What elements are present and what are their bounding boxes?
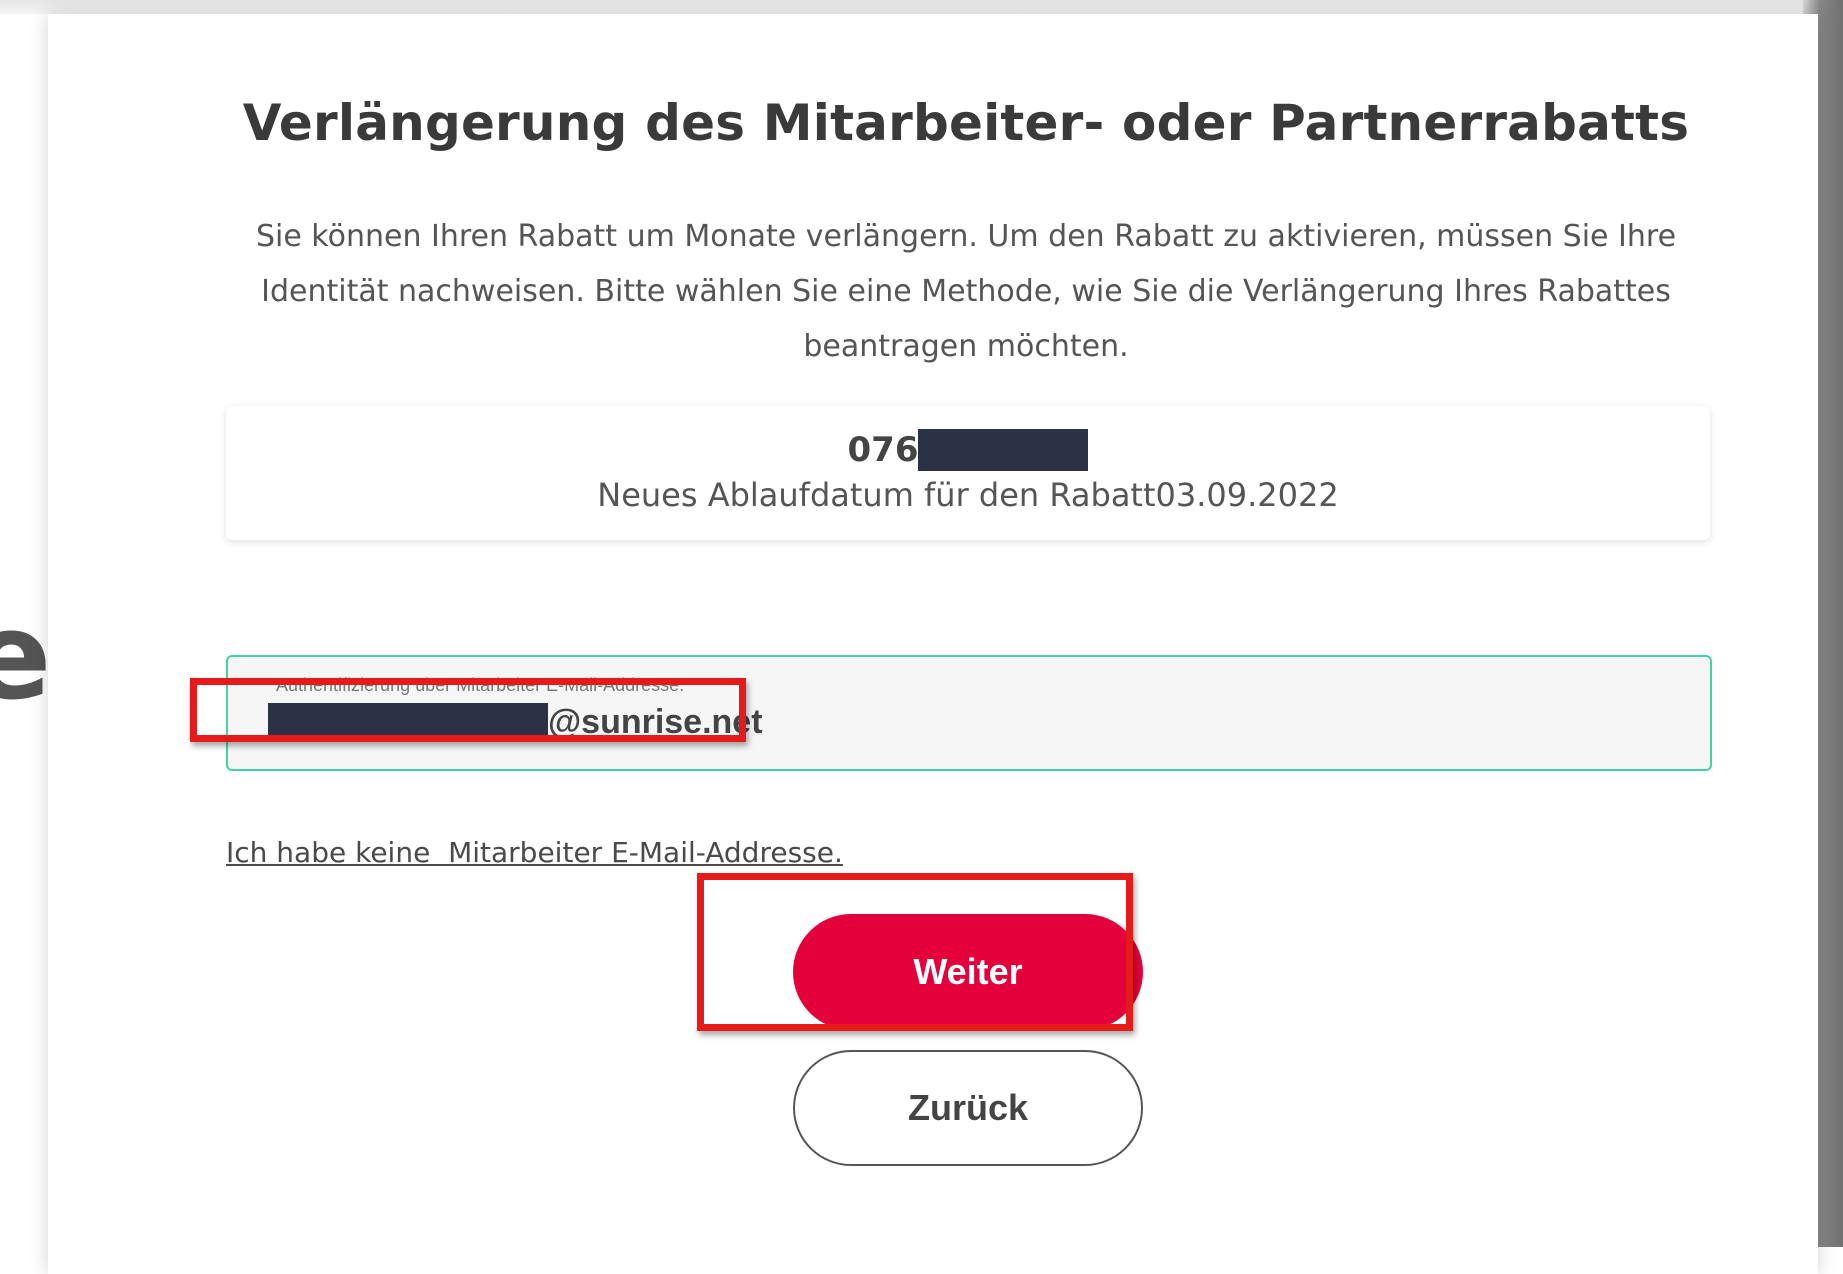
back-button[interactable]: Zurück [793,1050,1143,1166]
page-backdrop-top [0,0,1843,14]
next-button-highlight-box [697,873,1133,1031]
no-employee-email-link[interactable]: Ich habe keine Mitarbeiter E-Mail-Addres… [226,836,843,869]
cropped-letter: e [0,588,52,727]
subscription-info-box: 076 Neues Ablaufdatum für den Rabatt03.0… [226,406,1710,540]
email-highlight-box [190,678,746,742]
expiry-date-text: Neues Ablaufdatum für den Rabatt03.09.20… [597,476,1339,514]
page-title: Verlängerung des Mitarbeiter- oder Partn… [242,94,1690,152]
extension-card: Verlängerung des Mitarbeiter- oder Partn… [48,14,1818,1274]
phone-number-prefix: 076 [847,429,919,470]
phone-number: 076 [226,428,1710,471]
intro-text: Sie können Ihren Rabatt um Monate verlän… [255,219,1677,364]
redaction-block [918,428,1089,471]
